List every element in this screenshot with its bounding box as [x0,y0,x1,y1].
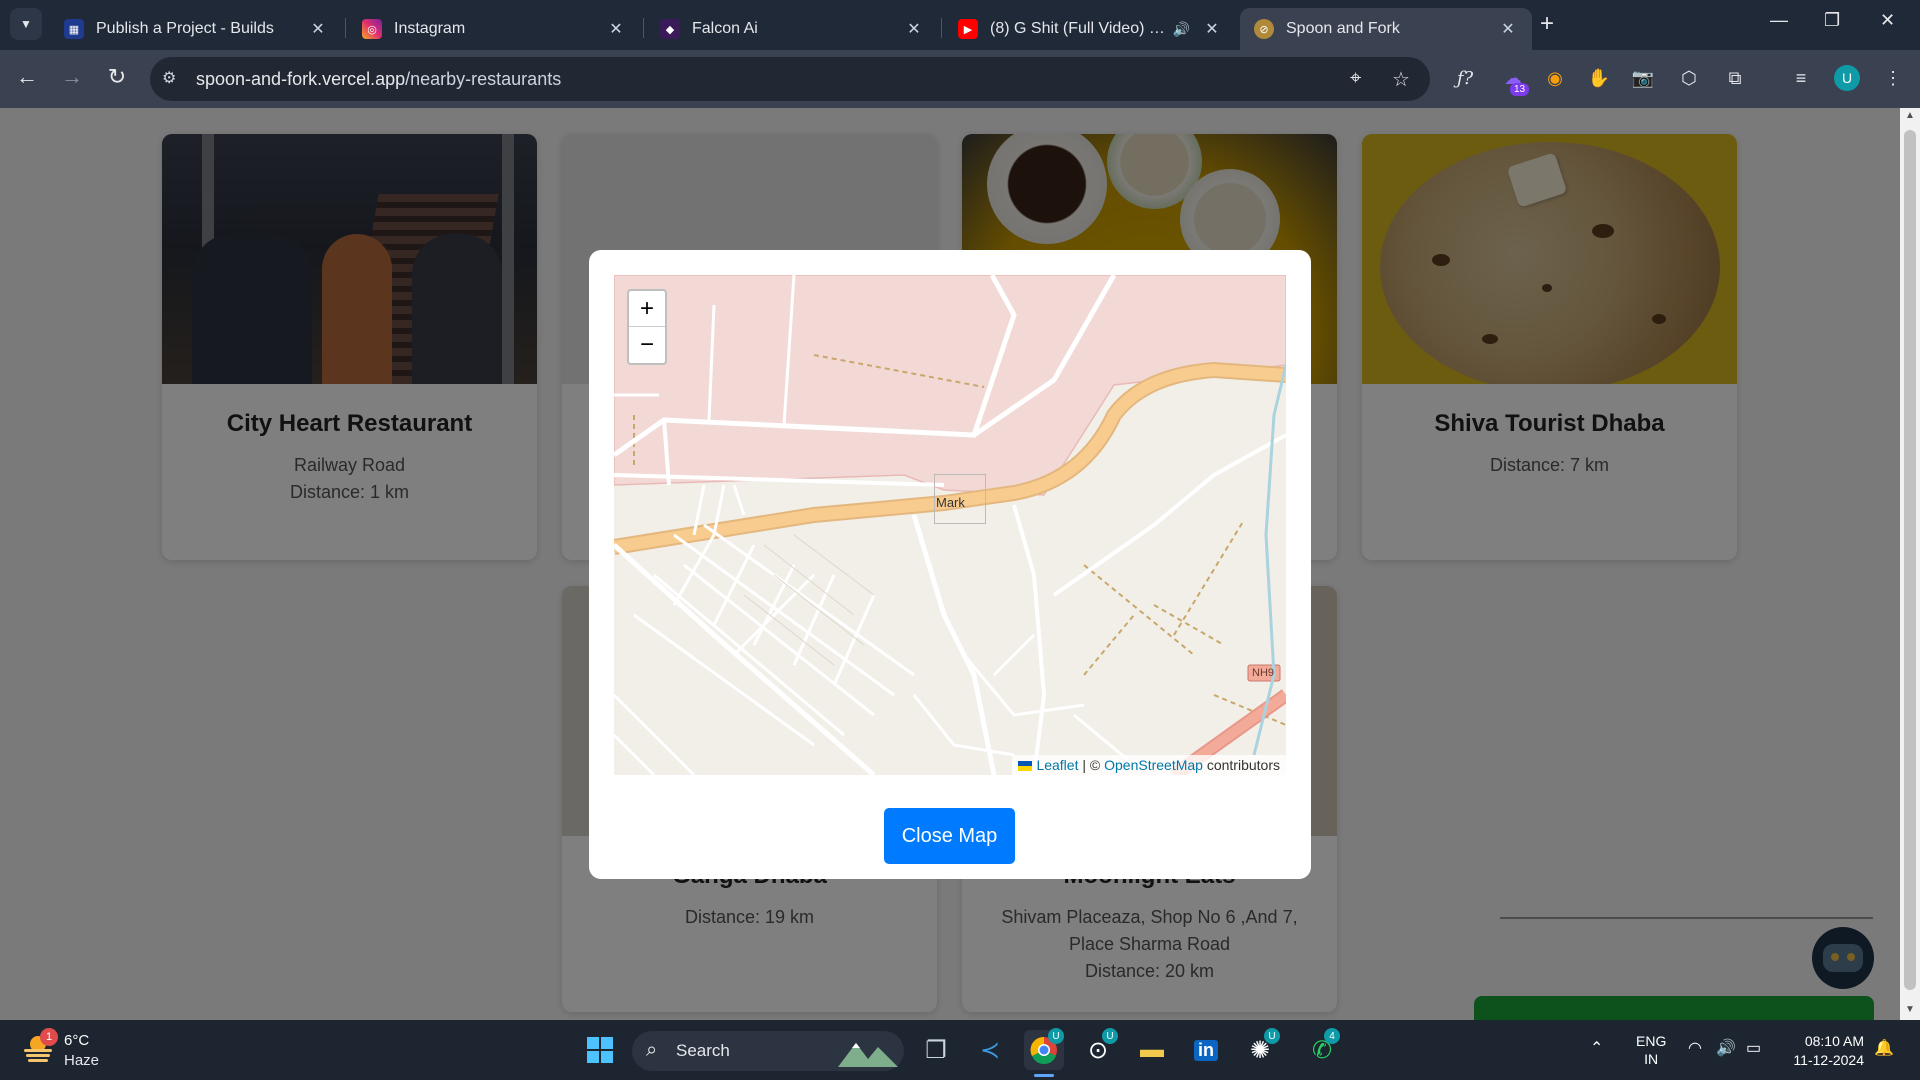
notification-bell-icon[interactable]: 🔔 [1874,1038,1894,1058]
media-control-icon[interactable]: ≡ [1788,65,1814,91]
page-scrollbar[interactable]: ▲ ▼ [1900,108,1920,1020]
road-shield-label: NH9 [1252,667,1275,679]
back-icon[interactable]: ← [12,64,42,90]
modal-backdrop[interactable]: NH9 + − Mark Leaflet | © OpenStreetMap c… [0,108,1900,1020]
forward-icon[interactable]: → [57,64,87,90]
profile-avatar[interactable]: U [1834,65,1860,91]
extension-badge: 13 [1510,83,1530,96]
windows-start-icon[interactable] [580,1030,620,1070]
leaflet-map[interactable]: NH9 + − Mark Leaflet | © OpenStreetMap c… [614,275,1286,775]
close-tab-icon[interactable]: ✕ [1202,19,1222,39]
volume-icon[interactable]: 🔊 [1716,1038,1736,1058]
extensions-puzzle-icon[interactable]: ⧉ [1722,65,1748,91]
bookmark-star-icon[interactable]: ☆ [1392,67,1410,92]
weather-badge: 1 [40,1028,58,1046]
speaker-icon[interactable]: 🔊 [1173,21,1190,38]
map-attribution: Leaflet | © OpenStreetMap contributors [1012,755,1286,775]
tab-falcon-ai[interactable]: ◆ Falcon Ai ✕ [646,8,938,50]
ukraine-flag-icon [1018,761,1033,772]
minimize-icon[interactable]: — [1770,10,1788,31]
language-indicator[interactable]: ENG IN [1636,1032,1666,1068]
file-explorer-icon[interactable]: ▬ [1132,1030,1172,1070]
map-marker[interactable]: Mark [934,474,986,524]
builds-icon: ▦ [64,19,84,39]
ai-extension-icon[interactable]: ⬡ [1676,65,1702,91]
close-tab-icon[interactable]: ✕ [606,19,626,39]
tab-divider [643,18,644,38]
close-map-button[interactable]: Close Map [884,808,1015,864]
osm-link[interactable]: OpenStreetMap [1104,757,1203,773]
whatsapp-badge: 4 [1324,1028,1340,1044]
map-tiles [614,275,1286,775]
map-modal: NH9 + − Mark Leaflet | © OpenStreetMap c… [589,250,1311,879]
tab-divider [941,18,942,38]
search-icon: ⌕ [646,1039,658,1061]
youtube-icon: ▶ [958,19,978,39]
wifi-icon[interactable]: ◠ [1688,1038,1702,1058]
scroll-down-arrow-icon[interactable]: ▼ [1904,1004,1916,1015]
tab-spoon-and-fork[interactable]: ⊘ Spoon and Fork ✕ [1240,8,1532,50]
tab-builds[interactable]: ▦ Publish a Project - Builds ✕ [50,8,342,50]
system-clock[interactable]: 08:10 AM 11-12-2024 [1784,1032,1864,1070]
close-tab-icon[interactable]: ✕ [308,19,328,39]
battery-icon[interactable]: ▭ [1746,1038,1761,1058]
address-bar[interactable]: ⚙ spoon-and-fork.vercel.app/nearby-resta… [150,57,1430,101]
location-pin-icon[interactable]: ⌖ [1350,67,1361,90]
browser-toolbar: ← → ↻ ⚙ spoon-and-fork.vercel.app/nearby… [0,50,1920,108]
close-tab-icon[interactable]: ✕ [904,19,924,39]
menu-kebab-icon[interactable]: ⋮ [1880,65,1906,91]
github-badge: U [1102,1028,1118,1044]
formula-extension-icon[interactable]: ƒ? [1452,65,1478,91]
site-info-icon[interactable]: ⚙ [162,68,176,88]
falcon-icon: ◆ [660,19,680,39]
chrome-profile-badge: U [1048,1028,1064,1044]
new-tab-button[interactable]: + [1540,10,1554,38]
zoom-control: + − [627,289,667,365]
instagram-icon: ◎ [362,19,382,39]
url-text[interactable]: spoon-and-fork.vercel.app/nearby-restaur… [196,69,561,90]
zoom-in-button[interactable]: + [629,291,665,327]
chatgpt-badge: U [1264,1028,1280,1044]
camera-extension-icon[interactable]: 📷 [1630,65,1656,91]
scrollbar-thumb[interactable] [1904,130,1916,990]
task-view-icon[interactable]: ❐ [916,1030,956,1070]
page-viewport: City Heart Restaurant Railway Road Dista… [0,108,1900,1020]
vscode-icon[interactable]: ≺ [970,1030,1010,1070]
active-app-indicator [1034,1074,1054,1077]
scroll-up-arrow-icon[interactable]: ▲ [1904,110,1916,121]
tab-instagram[interactable]: ◎ Instagram ✕ [348,8,640,50]
mountain-search-highlight-icon [838,1043,898,1067]
hand-extension-icon[interactable]: ✋ [1586,65,1612,91]
restore-icon[interactable]: ❐ [1824,10,1840,31]
tab-search-button[interactable]: ▼ [10,8,42,40]
close-window-icon[interactable]: ✕ [1880,10,1895,31]
marker-alt-text: Mark [936,495,965,510]
linkedin-icon[interactable]: in [1186,1030,1226,1070]
taskbar-search[interactable]: ⌕ Search [632,1031,904,1071]
zoom-out-button[interactable]: − [629,327,665,363]
color-extension-icon[interactable]: ◉ [1542,65,1568,91]
tab-strip: ▼ ▦ Publish a Project - Builds ✕ ◎ Insta… [0,0,1920,50]
weather-condition[interactable]: Haze [64,1052,99,1069]
leaflet-link[interactable]: Leaflet [1036,757,1078,773]
weather-temperature[interactable]: 6°C [64,1032,89,1049]
chevron-down-icon: ▼ [20,17,32,31]
reload-icon[interactable]: ↻ [102,64,132,90]
close-tab-icon[interactable]: ✕ [1498,19,1518,39]
tab-youtube[interactable]: ▶ (8) G Shit (Full Video) Sidhu 🔊 ✕ [944,8,1236,50]
spoon-fork-icon: ⊘ [1254,19,1274,39]
show-hidden-icons-chevron-icon[interactable]: ⌃ [1590,1038,1603,1058]
windows-taskbar: 1 6°C Haze ⌕ Search ❐ ≺ U ⊙ U ▬ in ✺ U ✆… [0,1020,1920,1080]
tab-divider [345,18,346,38]
